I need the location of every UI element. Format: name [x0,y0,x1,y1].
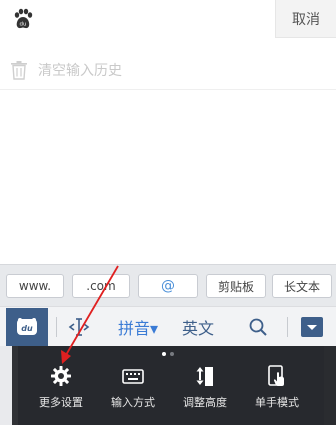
adjust-height-button[interactable]: 调整高度 [169,364,241,416]
panel-item-label: 更多设置 [39,396,83,409]
cancel-button[interactable]: 取消 [276,0,336,38]
collapse-keyboard-button[interactable] [301,317,323,337]
adjust-height-icon [196,367,213,386]
panel-item-label: 调整高度 [183,396,227,409]
cursor-move-icon[interactable] [68,317,90,337]
search-input[interactable]: du [0,0,276,38]
keyboard-toolbar: du 拼音▾ 英文 [0,306,336,346]
shortcut-www[interactable]: www. [6,274,64,298]
shortcut-at[interactable]: @ [138,274,198,298]
input-method-button[interactable]: 输入方式 [97,364,169,416]
toolbar-divider [287,317,288,337]
svg-text:du: du [21,324,33,333]
panel-item-label: 单手模式 [255,396,299,409]
page-dot [170,352,174,356]
clear-history-row[interactable]: 清空输入历史 [0,50,336,90]
shortcut-com[interactable]: .com [72,274,130,298]
baidu-du-icon: du [17,318,37,335]
one-hand-icon [268,365,284,386]
settings-panel: 更多设置 输入方式 调整高度 单手模式 [12,346,324,425]
more-settings-button[interactable]: 更多设置 [25,364,97,416]
keyboard-logo-button[interactable]: du [6,308,48,346]
panel-item-label: 输入方式 [111,396,155,409]
search-icon[interactable] [248,317,268,337]
clear-history-label: 清空输入历史 [38,62,122,79]
shortcut-long-text[interactable]: 长文本 [272,274,332,298]
tab-english[interactable]: 英文 [182,315,214,339]
tab-pinyin[interactable]: 拼音▾ [118,315,158,339]
page-dot-active [162,352,166,356]
baidu-paw-icon: du [14,8,33,29]
shortcut-clipboard[interactable]: 剪贴板 [206,274,266,298]
keyboard-icon [122,369,144,384]
shortcut-row: www. .com @ 剪贴板 长文本 [0,264,336,306]
gear-icon [51,366,71,386]
trash-icon [11,60,27,80]
svg-text:du: du [20,22,27,28]
chevron-down-icon [307,325,317,330]
toolbar-divider [56,317,57,337]
one-hand-mode-button[interactable]: 单手模式 [241,364,313,416]
search-bar: du 取消 [0,0,336,38]
